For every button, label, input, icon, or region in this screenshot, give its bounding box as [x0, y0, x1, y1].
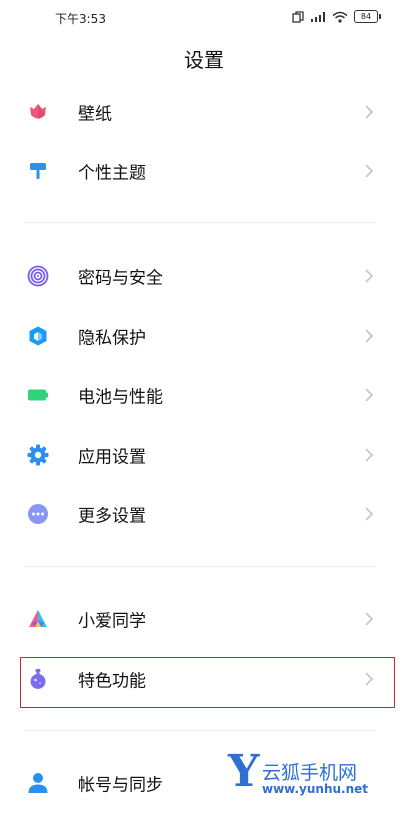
- watermark-logo: Y 云狐手机网 www.yunhu.net: [228, 750, 398, 802]
- xiaoai-icon: [29, 610, 47, 627]
- settings-item-label: 电池与性能: [78, 387, 163, 408]
- settings-item-label: 小爱同学: [78, 611, 146, 632]
- battery-icon: [28, 389, 48, 401]
- settings-item-password-security[interactable]: 密码与安全: [0, 247, 408, 305]
- chevron-right-icon: [365, 448, 374, 462]
- watermark-title: 云狐手机网: [262, 762, 358, 784]
- settings-item-label: 应用设置: [78, 447, 146, 468]
- settings-item-app-settings[interactable]: 应用设置: [0, 426, 408, 484]
- chevron-right-icon: [365, 507, 374, 521]
- watermark-letter: Y: [228, 746, 260, 797]
- status-bar: 下午3:53 84: [0, 0, 408, 36]
- fingerprint-icon: [27, 265, 49, 287]
- settings-item-label: 隐私保护: [78, 328, 146, 349]
- settings-item-theme[interactable]: 个性主题: [0, 142, 408, 200]
- shield-icon: [29, 326, 47, 346]
- dual-sim-icon: [292, 10, 304, 23]
- chevron-right-icon: [365, 388, 374, 402]
- settings-item-label: 更多设置: [78, 506, 146, 527]
- section-divider: [24, 730, 376, 731]
- status-icons: 84: [292, 10, 381, 23]
- wifi-icon: [332, 11, 348, 23]
- person-icon: [28, 773, 48, 793]
- highlight-box: [20, 657, 395, 708]
- tulip-icon: [30, 104, 46, 119]
- settings-item-wallpaper[interactable]: 壁纸: [0, 83, 408, 141]
- settings-item-label: 密码与安全: [78, 268, 163, 289]
- watermark-url: www.yunhu.net: [262, 782, 369, 796]
- battery-indicator: 84: [354, 10, 381, 23]
- settings-item-privacy[interactable]: 隐私保护: [0, 307, 408, 365]
- settings-item-label: 帐号与同步: [78, 775, 163, 796]
- chevron-right-icon: [365, 164, 374, 178]
- gear-icon: [27, 444, 49, 466]
- settings-item-label: 个性主题: [78, 163, 146, 184]
- settings-item-label: 壁纸: [78, 104, 112, 125]
- settings-item-more-settings[interactable]: 更多设置: [0, 485, 408, 543]
- more-dots-icon: [28, 504, 48, 524]
- status-time: 下午3:53: [55, 12, 106, 26]
- section-divider: [24, 222, 376, 223]
- chevron-right-icon: [365, 329, 374, 343]
- paint-roller-icon: [30, 163, 46, 179]
- chevron-right-icon: [365, 612, 374, 626]
- signal-icon: [311, 11, 325, 22]
- chevron-right-icon: [365, 105, 374, 119]
- section-divider: [24, 566, 376, 567]
- chevron-right-icon: [365, 269, 374, 283]
- settings-item-battery-performance[interactable]: 电池与性能: [0, 366, 408, 424]
- settings-item-xiaoai[interactable]: 小爱同学: [0, 590, 408, 648]
- page-title: 设置: [184, 48, 224, 72]
